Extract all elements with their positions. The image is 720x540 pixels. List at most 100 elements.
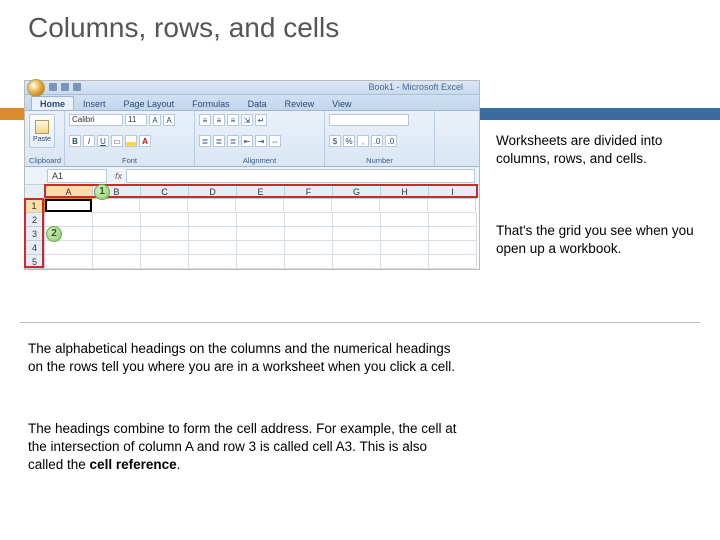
column-header-e[interactable]: E (237, 185, 285, 199)
cell[interactable] (237, 227, 285, 241)
office-button-icon[interactable] (27, 79, 45, 97)
cell[interactable] (429, 213, 477, 227)
cell[interactable] (285, 255, 333, 269)
column-header-c[interactable]: C (141, 185, 189, 199)
cell[interactable] (140, 199, 188, 213)
cell-a1[interactable] (45, 199, 92, 212)
qat-save-icon[interactable] (49, 83, 57, 91)
cell[interactable] (237, 213, 285, 227)
cell[interactable] (141, 241, 189, 255)
row-header-4[interactable]: 4 (25, 241, 45, 255)
column-header-a[interactable]: A (45, 185, 93, 199)
cell[interactable] (93, 227, 141, 241)
cell[interactable] (45, 241, 93, 255)
row-header-1[interactable]: 1 (25, 199, 45, 213)
qat-redo-icon[interactable] (73, 83, 81, 91)
cell[interactable] (428, 199, 476, 213)
paste-button[interactable]: Paste (29, 114, 55, 148)
cell[interactable] (429, 255, 477, 269)
cell[interactable] (285, 241, 333, 255)
cell[interactable] (429, 227, 477, 241)
cell[interactable] (92, 199, 140, 213)
column-header-f[interactable]: F (285, 185, 333, 199)
cell[interactable] (45, 255, 93, 269)
currency-icon[interactable]: $ (329, 135, 341, 147)
align-center-icon[interactable]: ≣ (213, 135, 225, 147)
cell[interactable] (381, 255, 429, 269)
row-header-2[interactable]: 2 (25, 213, 45, 227)
select-all-corner[interactable] (25, 185, 45, 199)
font-size-selector[interactable]: 11 (125, 114, 147, 126)
underline-button[interactable]: U (97, 135, 109, 147)
align-middle-icon[interactable]: ≡ (213, 114, 225, 126)
align-right-icon[interactable]: ≣ (227, 135, 239, 147)
percent-icon[interactable]: % (343, 135, 355, 147)
cell[interactable] (189, 241, 237, 255)
formula-bar[interactable] (126, 169, 475, 183)
cell[interactable] (93, 213, 141, 227)
comma-icon[interactable]: , (357, 135, 369, 147)
cell[interactable] (333, 227, 381, 241)
cell[interactable] (429, 241, 477, 255)
cell[interactable] (45, 213, 93, 227)
font-name-selector[interactable]: Calibri (69, 114, 123, 126)
tab-home[interactable]: Home (31, 96, 74, 110)
cell[interactable] (284, 199, 332, 213)
number-format-selector[interactable] (329, 114, 409, 126)
cell[interactable] (141, 227, 189, 241)
fx-icon[interactable]: fx (115, 171, 122, 181)
increase-font-icon[interactable]: A (149, 114, 161, 126)
cell[interactable] (333, 213, 381, 227)
align-left-icon[interactable]: ≣ (199, 135, 211, 147)
cell[interactable] (141, 213, 189, 227)
cell[interactable] (188, 199, 236, 213)
cell[interactable] (236, 199, 284, 213)
name-box[interactable]: A1 (47, 169, 107, 183)
cell[interactable] (237, 241, 285, 255)
cell[interactable] (380, 199, 428, 213)
decrease-font-icon[interactable]: A (163, 114, 175, 126)
merge-center-icon[interactable]: ⇔ (269, 135, 281, 147)
row-header-5[interactable]: 5 (25, 255, 45, 269)
tab-formulas[interactable]: Formulas (183, 96, 239, 110)
align-top-icon[interactable]: ≡ (199, 114, 211, 126)
fill-color-button[interactable] (125, 135, 137, 147)
decrease-decimal-icon[interactable]: .0 (385, 135, 397, 147)
column-header-d[interactable]: D (189, 185, 237, 199)
cell[interactable] (189, 255, 237, 269)
cell[interactable] (381, 241, 429, 255)
column-header-i[interactable]: I (429, 185, 477, 199)
wrap-text-icon[interactable]: ↵ (255, 114, 267, 126)
tab-data[interactable]: Data (239, 96, 276, 110)
cell[interactable] (285, 227, 333, 241)
column-header-g[interactable]: G (333, 185, 381, 199)
cell[interactable] (93, 241, 141, 255)
cell[interactable] (141, 255, 189, 269)
row-header-3[interactable]: 3 (25, 227, 45, 241)
font-color-button[interactable]: A (139, 135, 151, 147)
qat-undo-icon[interactable] (61, 83, 69, 91)
orientation-icon[interactable]: ⇲ (241, 114, 253, 126)
cell[interactable] (285, 213, 333, 227)
bold-button[interactable]: B (69, 135, 81, 147)
tab-page-layout[interactable]: Page Layout (115, 96, 184, 110)
tab-view[interactable]: View (323, 96, 360, 110)
tab-insert[interactable]: Insert (74, 96, 115, 110)
cell[interactable] (333, 241, 381, 255)
quick-access-toolbar[interactable] (49, 83, 81, 91)
cell[interactable] (189, 213, 237, 227)
align-bottom-icon[interactable]: ≡ (227, 114, 239, 126)
cell[interactable] (333, 255, 381, 269)
cell[interactable] (237, 255, 285, 269)
cell[interactable] (93, 255, 141, 269)
italic-button[interactable]: I (83, 135, 95, 147)
increase-indent-icon[interactable]: ⇥ (255, 135, 267, 147)
cell[interactable] (332, 199, 380, 213)
decrease-indent-icon[interactable]: ⇤ (241, 135, 253, 147)
column-header-h[interactable]: H (381, 185, 429, 199)
cell[interactable] (381, 213, 429, 227)
border-button[interactable]: ▭ (111, 135, 123, 147)
increase-decimal-icon[interactable]: .0 (371, 135, 383, 147)
cell[interactable] (189, 227, 237, 241)
cell[interactable] (381, 227, 429, 241)
